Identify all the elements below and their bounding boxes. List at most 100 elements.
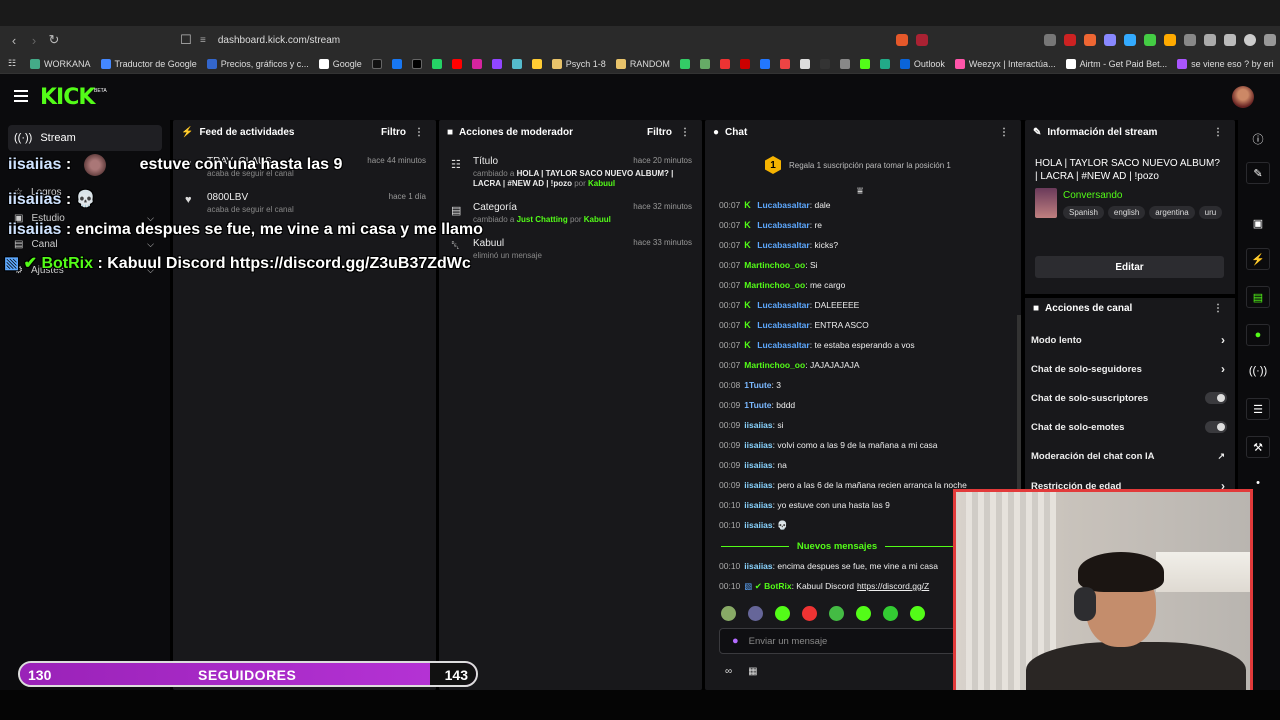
action-slow-mode[interactable]: Modo lento › bbox=[1031, 330, 1229, 350]
forward-icon[interactable]: › bbox=[24, 30, 44, 50]
bookmark-misc[interactable] bbox=[799, 58, 810, 69]
brave-shield-icon[interactable] bbox=[896, 34, 908, 46]
bookmark-airtm[interactable]: Airtm - Get Paid Bet... bbox=[1065, 58, 1167, 69]
layout-icon[interactable]: ☰ bbox=[1246, 398, 1270, 420]
more-options-icon[interactable]: ⋮ bbox=[1213, 127, 1223, 138]
clipboard-icon[interactable]: ▤ bbox=[1246, 286, 1270, 308]
chat-message[interactable]: 00:10 iisaiias: 💀 bbox=[719, 520, 788, 531]
bookmark-outlook[interactable]: Outlook bbox=[899, 58, 945, 69]
chat-message[interactable]: 00:07 Martinchoo_oo: me cargo bbox=[719, 280, 845, 290]
subscribers-only-toggle[interactable] bbox=[1205, 392, 1227, 404]
edit-button[interactable]: Editar bbox=[1035, 256, 1224, 278]
extension-icon[interactable] bbox=[1104, 34, 1116, 46]
sidebar-icon[interactable] bbox=[1224, 34, 1236, 46]
emote-icon[interactable] bbox=[883, 606, 898, 621]
profile-icon[interactable] bbox=[1244, 34, 1256, 46]
bookmark-google[interactable]: Google bbox=[318, 58, 362, 69]
bookmark-misc[interactable] bbox=[719, 58, 730, 69]
sub-gift-promo[interactable]: 1 Regala 1 suscripción para tomar la pos… bbox=[765, 156, 951, 174]
chat-username[interactable]: 1Tuute bbox=[744, 380, 771, 390]
mod-action-user[interactable]: Kabuul bbox=[588, 179, 615, 188]
emote-icon[interactable] bbox=[748, 606, 763, 621]
chat-username[interactable]: iisaiias bbox=[744, 440, 772, 450]
emote-icon[interactable] bbox=[910, 606, 925, 621]
menu-icon[interactable] bbox=[14, 90, 28, 102]
filter-button[interactable]: Filtro bbox=[647, 127, 672, 138]
bookmark-tiktok[interactable] bbox=[371, 58, 382, 69]
bookmark-prices[interactable]: Precios, gráficos y c... bbox=[206, 58, 309, 69]
extension-icon[interactable] bbox=[1184, 34, 1196, 46]
bookmark-misc[interactable] bbox=[839, 58, 850, 69]
chat-message[interactable]: 00:09 iisaiias: volvi como a las 9 de la … bbox=[719, 440, 938, 450]
chat-message[interactable]: 00:10 ▧ ✔ BotRix: Kabuul Discord https://d… bbox=[719, 581, 929, 592]
apps-icon[interactable]: ☷ bbox=[8, 58, 20, 69]
more-options-icon[interactable]: ⋮ bbox=[1213, 303, 1223, 314]
bookmark-icon[interactable]: ☐ bbox=[176, 30, 196, 50]
chat-message[interactable]: 00:09 1Tuute: bddd bbox=[719, 400, 795, 410]
chat-message[interactable]: 00:10 iisaiias: encima despues se fue, me… bbox=[719, 561, 938, 571]
emote-icon[interactable] bbox=[721, 606, 736, 621]
chat-message[interactable]: 00:09 iisaiias: na bbox=[719, 460, 787, 470]
bookmark-misc[interactable] bbox=[819, 58, 830, 69]
pencil-icon[interactable]: ✎ bbox=[1246, 162, 1270, 184]
action-ai-moderation[interactable]: Moderación del chat con IA ↗ bbox=[1031, 446, 1229, 466]
chat-username[interactable]: iisaiias bbox=[744, 500, 772, 510]
emote-icon[interactable] bbox=[775, 606, 790, 621]
chat-bubble-icon[interactable]: ● bbox=[1246, 324, 1270, 346]
extension-icon[interactable] bbox=[1064, 34, 1076, 46]
lightning-icon[interactable]: ⚡ bbox=[1246, 248, 1270, 270]
more-options-icon[interactable]: ⋮ bbox=[999, 127, 1009, 138]
tag[interactable]: uru bbox=[1198, 206, 1223, 219]
bookmark-kick[interactable] bbox=[859, 58, 870, 69]
user-avatar[interactable] bbox=[1232, 86, 1254, 108]
chat-message[interactable]: 00:08 1Tuute: 3 bbox=[719, 380, 781, 390]
chat-username[interactable]: BotRix bbox=[764, 581, 791, 591]
chat-message[interactable]: 00:09 iisaiias: si bbox=[719, 420, 784, 430]
chat-username[interactable]: 1Tuute bbox=[744, 400, 771, 410]
bookmark-misc[interactable] bbox=[511, 58, 522, 69]
chat-username[interactable]: iisaiias bbox=[744, 460, 772, 470]
chat-message[interactable]: 00:07 K Lucabasaltar: te estaba esperando … bbox=[719, 340, 915, 350]
chat-username[interactable]: iisaiias bbox=[744, 520, 772, 530]
bookmark-whatsapp[interactable] bbox=[431, 58, 442, 69]
emote-icon[interactable] bbox=[802, 606, 817, 621]
chat-message[interactable]: 00:07 K Lucabasaltar: dale bbox=[719, 200, 831, 210]
chat-message[interactable]: 00:10 iisaiias: yo estuve con una hasta l… bbox=[719, 500, 890, 510]
bookmark-misc[interactable] bbox=[699, 58, 710, 69]
chat-username[interactable]: Lucabasaltar bbox=[757, 200, 809, 210]
tag[interactable]: Spanish bbox=[1063, 206, 1104, 219]
extension-icon[interactable] bbox=[1044, 34, 1056, 46]
bookmark-misc[interactable] bbox=[879, 58, 890, 69]
bookmark-facebook[interactable] bbox=[391, 58, 402, 69]
broadcast-icon[interactable]: ((·)) bbox=[1246, 360, 1270, 382]
gift-icon[interactable]: ▦ bbox=[748, 666, 757, 677]
extension-icon[interactable] bbox=[1124, 34, 1136, 46]
chat-username[interactable]: Lucabasaltar bbox=[757, 220, 809, 230]
bookmark-se-viene[interactable]: se viene eso ? by eri bbox=[1177, 58, 1274, 69]
chat-message[interactable]: 00:07 Martinchoo_oo: JAJAJAJAJA bbox=[719, 360, 860, 370]
emotes-only-toggle[interactable] bbox=[1205, 421, 1227, 433]
stream-category[interactable]: Conversando bbox=[1063, 190, 1122, 201]
bookmark-misc[interactable] bbox=[679, 58, 690, 69]
chat-username[interactable]: Lucabasaltar bbox=[757, 240, 809, 250]
chat-message[interactable]: 00:07 Martinchoo_oo: Si bbox=[719, 260, 818, 270]
bookmark-random[interactable]: RANDOM bbox=[615, 58, 670, 69]
action-followers-only[interactable]: Chat de solo-seguidores › bbox=[1031, 359, 1229, 379]
bookmark-twitch[interactable] bbox=[491, 58, 502, 69]
extension-icon[interactable] bbox=[1164, 34, 1176, 46]
new-messages-divider[interactable]: Nuevos mensajes bbox=[713, 540, 961, 552]
kick-logo[interactable]: KICK bbox=[40, 85, 95, 110]
bookmark-weezyx[interactable]: Weezyx | Interactúa... bbox=[954, 58, 1056, 69]
mod-action-user[interactable]: Kabuul bbox=[584, 215, 611, 224]
menu-icon[interactable] bbox=[1264, 34, 1276, 46]
chat-username[interactable]: Lucabasaltar bbox=[757, 340, 809, 350]
extension-icon[interactable] bbox=[1084, 34, 1096, 46]
chat-message[interactable]: 00:07 K Lucabasaltar: ENTRA ASCO bbox=[719, 320, 869, 330]
bookmark-misc[interactable] bbox=[759, 58, 770, 69]
info-icon[interactable]: ⓘ bbox=[1246, 128, 1270, 150]
bookmark-misc[interactable] bbox=[531, 58, 542, 69]
chat-message[interactable]: 00:07 K Lucabasaltar: kicks? bbox=[719, 240, 838, 250]
back-icon[interactable]: ‹ bbox=[4, 30, 24, 50]
fullscreen-icon[interactable]: ▣ bbox=[1246, 212, 1270, 234]
chat-filter-icon[interactable]: ⩸ bbox=[857, 186, 863, 197]
